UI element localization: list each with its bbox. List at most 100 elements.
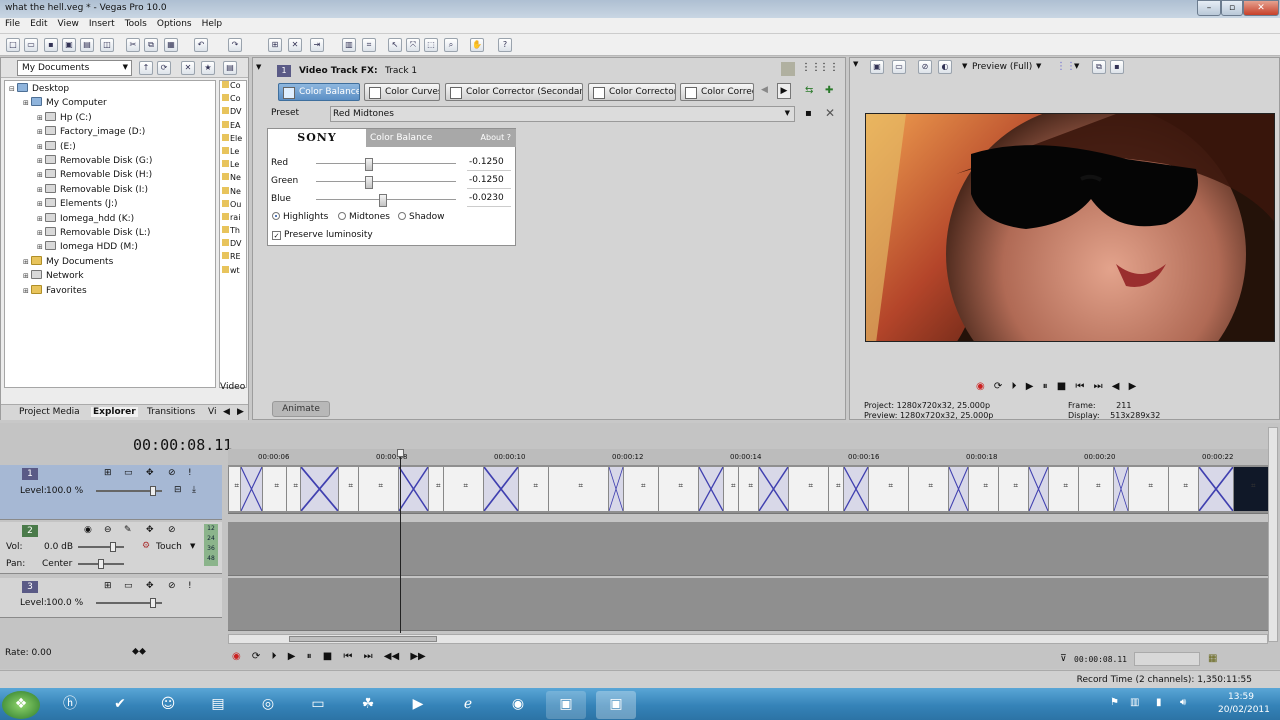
cut-icon[interactable]: ✂ [126,38,140,52]
hp-app-icon[interactable]: ⓗ [50,691,90,719]
highlights-radio[interactable]: Highlights [272,212,328,222]
menu-view[interactable]: View [53,18,84,30]
blue-value[interactable]: -0.0230 [467,193,511,207]
stop-icon[interactable]: ■ [323,651,332,662]
video-lane-1[interactable]: ⌗ ⌗ ⌗ ⌗ ⌗ ⌗ ⌗ ⌗ ⌗ ⌗ ⌗ ⌗ ⌗ ⌗ ⌗ ⌗ ⌗ ⌗ ⌗ ⌗ ⌗ ⌗ ⌗ ⌗ [228,465,1268,514]
tab-project-media[interactable]: Project Media [19,407,80,417]
media-player-icon[interactable]: ▶ [398,691,438,719]
tray-volume-icon[interactable]: 🔊︎ [1180,697,1186,708]
zoom-tool-icon[interactable]: ⌕ [444,38,458,52]
copy-snapshot-icon[interactable]: ⧉ [1092,60,1106,74]
timeline-scrollbar[interactable] [228,634,1268,644]
crop-icon[interactable]: ⌗ [436,481,441,491]
go-to-end-icon[interactable]: ⏭ [364,651,373,662]
expand-icon[interactable]: ⊞ [37,183,45,197]
video-event[interactable]: ⌗ [623,467,658,511]
vegas-preview-task-icon[interactable]: ▣ [596,691,636,719]
clock-time[interactable]: 13:59 [1228,692,1254,702]
video-event[interactable]: ⌗ [658,467,698,511]
tab-scroll-right-icon[interactable]: ▶ [777,83,791,99]
motion-icon[interactable]: ✥ [146,581,154,591]
go-to-start-icon[interactable]: ⏮ [1075,381,1084,392]
vegas-task-icon[interactable]: ▣ [546,691,586,719]
crop-icon[interactable]: ⌗ [679,481,684,491]
video-event[interactable]: ⌗ [723,467,738,511]
record-icon[interactable]: ◉ [232,651,241,662]
crop-icon[interactable]: ⌗ [809,481,814,491]
expand-icon[interactable]: ⊞ [37,140,45,154]
file-item[interactable]: Le [220,160,246,173]
next-frame-icon[interactable]: ▶ [1129,381,1137,392]
video-event[interactable] [948,466,969,512]
menu-help[interactable]: Help [197,18,228,30]
save-icon[interactable]: ▪ [44,38,58,52]
video-event[interactable]: ⌗ [518,467,548,511]
menu-insert[interactable]: Insert [84,18,120,30]
file-item[interactable]: Ele [220,134,246,147]
tab-color-corrector-truncated[interactable]: Color Correc [680,83,754,101]
video-event[interactable] [608,466,624,512]
crop-icon[interactable]: ⌗ [534,481,539,491]
loop-icon[interactable]: ⟳ [994,381,1002,392]
file-item[interactable]: Th [220,226,246,239]
go-to-start-icon[interactable]: ⏮ [343,651,352,662]
video-event[interactable] [758,466,789,512]
crop-icon[interactable]: ⌗ [579,481,584,491]
delete-icon[interactable]: ✕ [181,61,195,75]
arm-record-icon[interactable]: ◉ [84,525,92,535]
stop-icon[interactable]: ■ [1057,381,1066,392]
video-event[interactable]: ⌗ [338,467,358,511]
tree-item[interactable]: ⊞ Removable Disk (L:) [37,226,150,240]
plugin-chain-icon[interactable]: ⇆ [805,85,813,96]
video-event[interactable]: ⌗ [738,467,758,511]
tab-color-curves[interactable]: Color Curves [364,83,440,101]
pin-icon[interactable]: ▼ [853,60,858,68]
volume-slider-thumb[interactable] [110,542,116,552]
tab-color-corrector[interactable]: Color Corrector [588,83,676,101]
green-slider-track[interactable] [316,176,456,189]
video-event[interactable] [483,466,519,512]
expand-icon[interactable]: ⊞ [37,154,45,168]
pan-slider[interactable] [78,559,124,569]
composite-icon[interactable]: ▭ [124,468,133,478]
play-from-start-icon[interactable]: ⏵ [272,651,277,662]
video-event[interactable]: ⌗ [868,467,908,511]
selection-length-field[interactable] [1134,652,1200,666]
expand-icon[interactable]: ⊞ [37,197,45,211]
mute-icon[interactable]: ⊘ [168,468,176,478]
video-event[interactable]: ⌗ [1168,467,1198,511]
mute-icon[interactable]: ⊘ [168,525,176,535]
ripple-icon[interactable]: ⇥ [310,38,324,52]
level-slider[interactable] [96,486,162,496]
file-item[interactable]: Ou [220,200,246,213]
file-item[interactable]: wt [220,266,246,279]
crop-icon[interactable]: ⌗ [1014,481,1019,491]
crop-icon[interactable]: ⌗ [379,481,384,491]
expand-icon[interactable]: ⊞ [37,125,45,139]
auto-crossfade-icon[interactable]: ✕ [288,38,302,52]
video-event[interactable] [1198,466,1234,512]
fx-grid-icon[interactable]: ⋮⋮ [801,62,821,73]
tree-item[interactable]: ⊞ Removable Disk (G:) [37,154,152,168]
messenger-people-icon[interactable]: ☘ [348,691,388,719]
tree-item[interactable]: ⊞ (E:) [37,140,76,154]
copy-icon[interactable]: ⧉ [144,38,158,52]
video-event[interactable]: ⌗ [1048,467,1078,511]
tree-item[interactable]: ⊞ Network [23,269,84,283]
pause-icon[interactable]: ⏸ [307,651,312,662]
minimize-button[interactable]: – [1197,0,1221,16]
undo-icon[interactable]: ↶ [194,38,208,52]
tab-scroll-left-icon[interactable]: ◀ [761,85,768,95]
tree-item[interactable]: ⊞ Removable Disk (H:) [37,168,152,182]
fx-grid2-icon[interactable]: ⋮⋮ [819,62,839,73]
crop-icon[interactable]: ⌗ [275,481,280,491]
video-event[interactable] [240,466,263,512]
file-item[interactable]: Co [220,94,246,107]
file-item[interactable]: DV [220,239,246,252]
messenger-icon[interactable]: ☺ [148,691,188,719]
tray-network-icon[interactable]: ▥ [1130,697,1139,708]
help-link[interactable]: ? [507,133,511,142]
track-fx-icon[interactable]: ⊞ [104,468,112,478]
file-item[interactable]: rai [220,213,246,226]
file-item[interactable]: EA [220,121,246,134]
